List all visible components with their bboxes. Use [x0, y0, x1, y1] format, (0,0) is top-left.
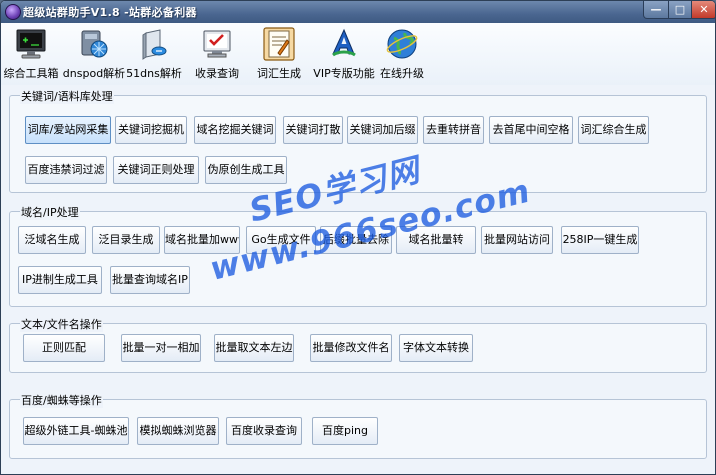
- toolbar: 综合工具箱 dnspod解析 51dns解析 收录查询 词汇生成 VIP专版功能…: [1, 23, 715, 85]
- window-title: 超级站群助手V1.8 -站群必备利器: [23, 6, 197, 19]
- toolbar-item-online-upgrade[interactable]: 在线升级: [379, 27, 425, 83]
- toolbar-item-index-query[interactable]: 收录查询: [191, 27, 243, 83]
- batch-left-text-button[interactable]: 批量取文本左边: [214, 334, 294, 362]
- batch-rename-button[interactable]: 批量修改文件名: [310, 334, 392, 362]
- close-button[interactable]: ✕: [691, 1, 715, 19]
- toolbar-label: 收录查询: [195, 67, 239, 80]
- group-title: 域名/IP处理: [20, 204, 80, 220]
- group-text: 文本/文件名操作 正则匹配 批量一对一相加 批量取文本左边 批量修改文件名 字体…: [9, 316, 707, 373]
- globe-icon: [386, 29, 418, 59]
- dedup-pinyin-button[interactable]: 去重转拼音: [423, 116, 484, 144]
- toolbar-item-vocab-gen[interactable]: 词汇生成: [253, 27, 305, 83]
- toolbar-label: VIP专版功能: [313, 67, 375, 80]
- batch-pair-add-button[interactable]: 批量一对一相加: [121, 334, 201, 362]
- toolbar-label: 综合工具箱: [3, 67, 59, 80]
- keyword-shuffle-button[interactable]: 关键词打散: [283, 116, 343, 144]
- toolbar-label: dnspod解析: [62, 67, 126, 80]
- toolbar-label: 在线升级: [380, 67, 424, 80]
- keyword-regex-button[interactable]: 关键词正则处理: [113, 156, 199, 184]
- group-title: 文本/文件名操作: [20, 316, 103, 332]
- font-text-convert-button[interactable]: 字体文本转换: [399, 334, 473, 362]
- domain-keyword-miner-button[interactable]: 域名挖掘关键词: [194, 116, 276, 144]
- toolbar-item-51dns[interactable]: 51dns解析: [126, 27, 182, 83]
- toolbar-item-toolbox[interactable]: 综合工具箱: [4, 27, 59, 83]
- keyword-collect-button[interactable]: 词库/爱站网采集: [25, 116, 111, 144]
- group-title: 关键词/语料库处理: [20, 88, 114, 104]
- group-baidu: 百度/蜘蛛等操作 超级外链工具-蜘蛛池 模拟蜘蛛浏览器 百度收录查询 百度pin…: [9, 392, 707, 459]
- group-title: 百度/蜘蛛等操作: [20, 392, 103, 408]
- baidu-index-query-button[interactable]: 百度收录查询: [226, 417, 302, 445]
- baidu-ping-button[interactable]: 百度ping: [312, 417, 378, 445]
- baidu-banned-filter-button[interactable]: 百度违禁词过滤: [25, 156, 107, 184]
- vocab-combo-button[interactable]: 词汇综合生成: [578, 116, 649, 144]
- server-icon: [142, 29, 167, 60]
- ip-258-gen-button[interactable]: 258IP一键生成: [561, 226, 639, 254]
- vip-letter-icon: [332, 28, 356, 57]
- minimize-button[interactable]: —: [643, 1, 669, 19]
- wildcard-domain-button[interactable]: 泛域名生成: [18, 226, 86, 254]
- network-gear-icon: [81, 30, 108, 58]
- title-bar[interactable]: 超级站群助手V1.8 -站群必备利器 — □ ✕: [1, 1, 715, 23]
- toolbar-item-dnspod[interactable]: dnspod解析: [63, 27, 125, 83]
- wildcard-dir-button[interactable]: 泛目录生成: [92, 226, 160, 254]
- app-logo-icon: [5, 4, 21, 20]
- toolbar-item-vip[interactable]: VIP专版功能: [313, 27, 375, 83]
- main-window: 超级站群助手V1.8 -站群必备利器 — □ ✕ 综合工具箱 dnspod解析 …: [0, 0, 716, 475]
- toolbar-label: 词汇生成: [257, 67, 301, 80]
- maximize-button[interactable]: □: [668, 1, 692, 19]
- spider-browser-button[interactable]: 模拟蜘蛛浏览器: [137, 417, 219, 445]
- keyword-suffix-button[interactable]: 关键词加后缀: [347, 116, 418, 144]
- monitor-icon: [16, 29, 46, 59]
- trim-spaces-button[interactable]: 去首尾中间空格: [489, 116, 573, 144]
- regex-match-button[interactable]: 正则匹配: [23, 334, 105, 362]
- batch-site-visit-button[interactable]: 批量网站访问: [481, 226, 553, 254]
- spider-pool-button[interactable]: 超级外链工具-蜘蛛池: [23, 417, 129, 445]
- toolbar-label: 51dns解析: [126, 67, 182, 80]
- checklist-icon: [203, 30, 231, 58]
- notepad-icon: [263, 27, 295, 61]
- ip-radix-tool-button[interactable]: IP进制生成工具: [18, 266, 102, 294]
- batch-domain-ip-button[interactable]: 批量查询域名IP: [110, 266, 190, 294]
- keyword-miner-button[interactable]: 关键词挖掘机: [115, 116, 187, 144]
